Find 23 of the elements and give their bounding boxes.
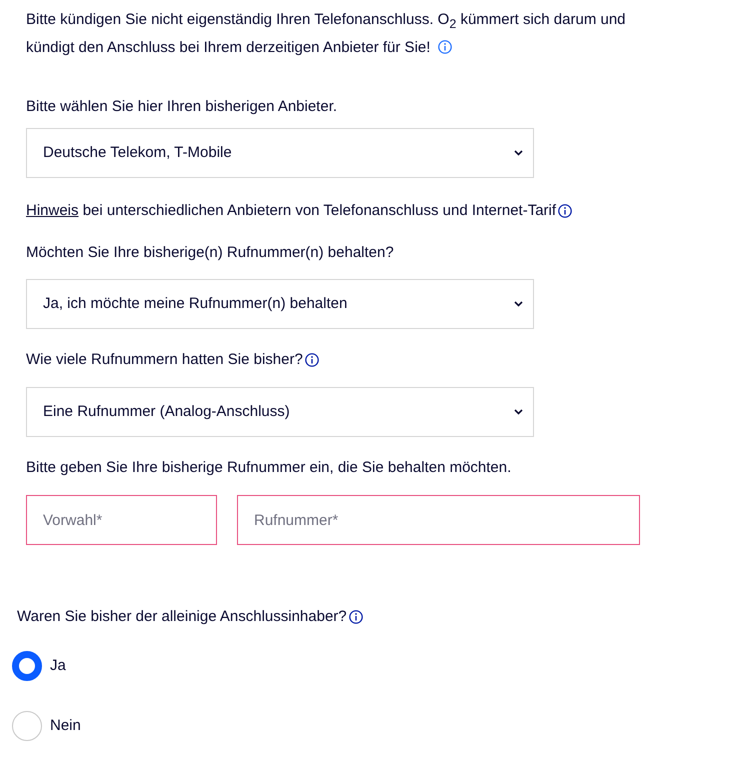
- question-label: Waren Sie bisher der alleinige Anschlussinhaber?: [17, 607, 347, 627]
- info-icon[interactable]: [558, 204, 572, 218]
- intro-text: Bitte kündigen Sie nicht eigenständig Ihren Telefonanschluss. O$_{2}$ kümmert sich darum und kündigt den Anschluss bei Ihrem derzeitigen Anbieter für Sie!: [26, 10, 627, 58]
- radio-button[interactable]: [12, 711, 42, 741]
- info-icon[interactable]: [348, 610, 363, 624]
- hint-link[interactable]: Hinweis: [26, 202, 79, 219]
- chevron-icon: [514, 301, 523, 307]
- question-label: Bitte wählen Sie hier Ihren bisherigen Anbieter.: [26, 97, 338, 117]
- input-field[interactable]: Vorwahl*: [26, 495, 217, 545]
- question-label: Wie viele Rufnummern hatten Sie bisher?: [26, 350, 303, 370]
- select-field[interactable]: Deutsche Telekom, T-Mobile: [26, 128, 534, 178]
- question-label: Bitte geben Sie Ihre bisherige Rufnummer ein, die Sie behalten möchten.: [26, 458, 512, 478]
- chevron-icon: [514, 150, 523, 156]
- select-field[interactable]: Ja, ich möchte meine Rufnummer(n) behalten: [26, 279, 534, 329]
- hint-text: Hinweis bei unterschiedlichen Anbietern von Telefonanschluss und Internet-Tarif: [26, 201, 556, 221]
- chevron-icon: [514, 409, 523, 415]
- option-label: Ja: [50, 656, 66, 676]
- radio-button[interactable]: [12, 651, 42, 681]
- info-icon[interactable]: [304, 353, 319, 367]
- select-field[interactable]: Eine Rufnummer (Analog-Anschluss): [26, 387, 534, 437]
- option-label: Nein: [50, 716, 81, 736]
- input-field[interactable]: Rufnummer*: [237, 495, 640, 545]
- question-label: Möchten Sie Ihre bisherige(n) Rufnummer(n) behalten?: [26, 243, 394, 263]
